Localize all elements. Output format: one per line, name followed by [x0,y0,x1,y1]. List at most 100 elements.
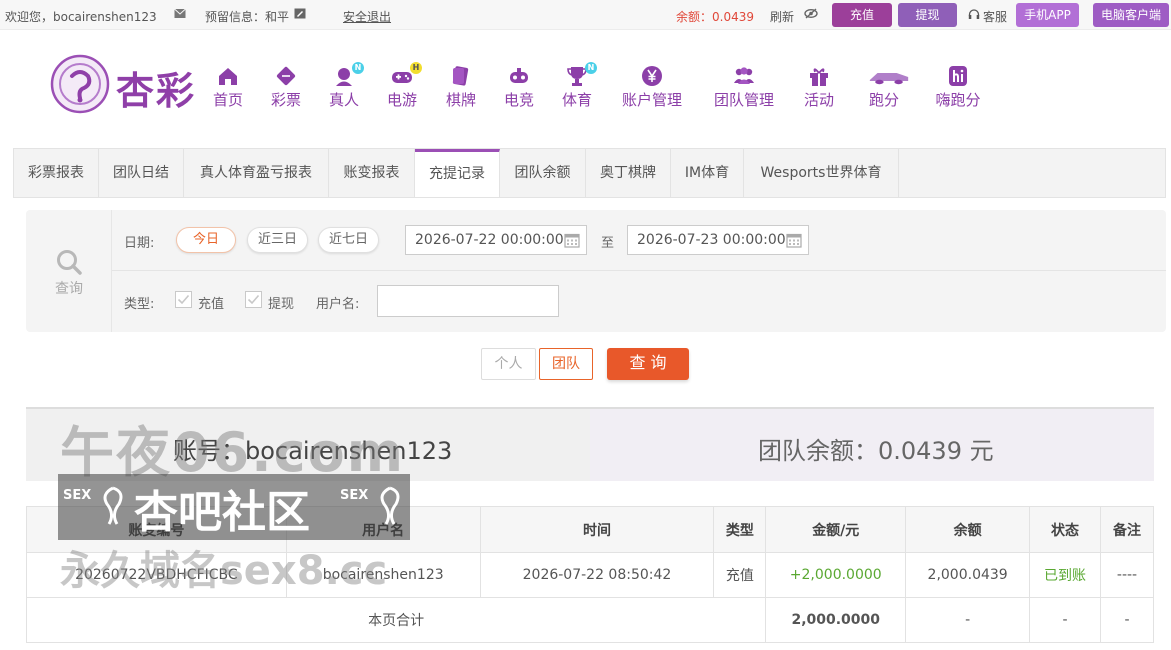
col-amount: 金额/元 [765,506,907,553]
eye-slash-icon[interactable] [804,8,818,19]
nav-item-6[interactable]: 体育 N [559,62,597,110]
report-tabs: 彩票报表 团队日结 真人体育盈亏报表 账变报表 充提记录 团队余额 奥丁棋牌 I… [13,148,1166,198]
total-amount: 2,000.0000 [765,597,907,643]
nav-item-4[interactable]: 棋牌 [443,64,479,110]
total-status: - [1029,597,1101,643]
team-balance-summary: 团队余额：0.0439 元 [590,409,1154,481]
range-7days-button[interactable]: 近七日 [318,227,379,253]
nav-label: 活动 [803,91,834,109]
home-icon [219,68,237,85]
nav-item-9[interactable]: 活动 [801,64,837,110]
customer-service-link[interactable]: 客服 [983,8,1007,25]
nav-item-5[interactable]: 电竞 [501,64,537,110]
reserved-info: 预留信息：和平 [205,10,290,24]
range-3days-button[interactable]: 近三日 [247,227,308,253]
total-remark: - [1100,597,1154,643]
nav-item-7[interactable]: 账户管理 [617,64,687,110]
account-summary: 账号：bocairenshen123 [26,409,590,481]
date-to-value: 2026-07-23 00:00:00 [637,232,786,248]
col-remark: 备注 [1100,506,1154,553]
nav-item-2[interactable]: 真人 N [326,62,364,110]
cell-time: 2026-07-22 08:50:42 [479,552,715,598]
query-label: 查询 [55,281,83,297]
filter-divider [112,270,1166,271]
check-icon [177,294,190,305]
withdraw-checkbox-label: 提现 [268,297,295,312]
deposit-checkbox[interactable] [175,291,192,308]
personal-button[interactable]: 个人 [481,348,536,380]
search-icon [57,250,82,275]
nav-label: 团队管理 [713,91,774,109]
col-username: 用户名 [285,506,481,553]
check-icon [247,294,260,305]
col-balance: 余额 [905,506,1031,553]
logo-icon[interactable] [50,54,110,114]
nav-label: 真人 [328,91,359,109]
date-from-value: 2026-07-22 00:00:00 [415,232,564,248]
col-transaction-id: 账变编号 [26,506,287,553]
mobile-app-button[interactable]: 手机APP [1016,3,1079,27]
nav-item-10[interactable]: 跑分 [866,64,909,110]
logout-link[interactable]: 安全退出 [343,8,391,25]
col-status: 状态 [1029,506,1101,553]
username-label: 用户名: [316,297,360,312]
welcome-text: 欢迎您，bocairenshen123 [5,10,157,24]
nav-item-0[interactable]: 首页 [210,64,246,110]
nav-label: 体育 [561,91,592,109]
tab-account-change[interactable]: 账变报表 [329,149,415,197]
tab-lottery-report[interactable]: 彩票报表 [14,149,99,197]
calendar-icon[interactable] [564,232,580,248]
account-name: 账号：bocairenshen123 [173,437,453,465]
nav-label: 嗨跑分 [935,91,981,109]
tab-wesports[interactable]: Wesports世界体育 [744,149,899,197]
watermark-tag-left: SEX [63,488,92,503]
cell-type: 充值 [713,552,767,598]
nav-label: 账户管理 [621,91,682,109]
nav-badge: N [585,62,597,74]
table-row: 20260722VBDHCFICBC bocairenshen123 2026-… [26,552,1154,598]
records-table: 账变编号 用户名 时间 类型 金额/元 余额 状态 备注 20260722VBD… [25,506,1154,643]
date-from-input[interactable]: 2026-07-22 00:00:00 [405,225,587,255]
cell-transaction-id: 20260722VBDHCFICBC [26,552,287,598]
total-balance: - [905,597,1031,643]
nav-item-1[interactable]: 彩票 [268,64,304,110]
date-to-input[interactable]: 2026-07-23 00:00:00 [627,225,809,255]
date-label: 日期: [124,236,155,251]
tab-im-sports[interactable]: IM体育 [671,149,744,197]
yen-icon [642,66,662,86]
tab-live-sports-pnl[interactable]: 真人体育盈亏报表 [184,149,329,197]
mail-icon[interactable] [174,8,186,19]
nav-label: 电竞 [503,91,534,109]
gift-icon [810,68,828,86]
nav-item-11[interactable]: 嗨跑分 [931,64,985,110]
logo-text[interactable]: 杏彩 [116,60,196,115]
calendar-icon[interactable] [786,232,802,248]
balance-text: 余额：0.0439 [676,10,754,24]
pc-client-button[interactable]: 电脑客户端 [1093,3,1169,27]
username-input[interactable] [377,285,559,317]
nav-item-8[interactable]: 团队管理 [709,64,779,110]
edit-icon[interactable] [294,8,306,19]
cards-icon [452,66,469,86]
filter-panel: 查询 日期: 今日 近三日 近七日 2026-07-22 00:00:00 至 … [26,210,1166,332]
nav-item-3[interactable]: 电游 H [384,62,422,110]
withdraw-checkbox[interactable] [245,291,262,308]
tab-odin-chess[interactable]: 奥丁棋牌 [586,149,671,197]
cell-status: 已到账 [1029,552,1101,598]
team-button[interactable]: 团队 [539,348,593,380]
nav-badge: H [410,62,422,74]
tab-deposit-withdraw[interactable]: 充提记录 [415,149,500,197]
refresh-link[interactable]: 刷新 [770,8,794,25]
deposit-button[interactable]: 充值 [832,3,892,27]
cell-remark: ---- [1100,552,1154,598]
total-label: 本页合计 [25,597,767,643]
range-today-button[interactable]: 今日 [176,227,236,253]
withdraw-button[interactable]: 提现 [898,3,957,27]
nav-badge: N [352,62,364,74]
lottery-icon [276,66,296,86]
tab-team-daily[interactable]: 团队日结 [99,149,184,197]
search-button[interactable]: 查 询 [607,348,689,380]
table-header-row: 账变编号 用户名 时间 类型 金额/元 余额 状态 备注 [26,506,1154,553]
headset-icon[interactable] [968,9,980,20]
tab-team-balance[interactable]: 团队余额 [500,149,586,197]
